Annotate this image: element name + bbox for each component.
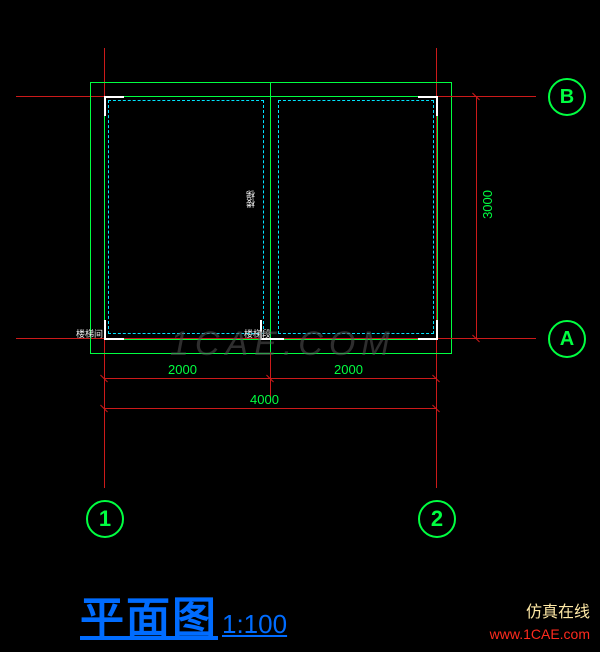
dim-2000-left: 2000: [168, 362, 197, 377]
dim-ext: [450, 338, 500, 339]
title-text: 平面图: [80, 582, 218, 646]
axis-bubble-A: A: [548, 320, 586, 358]
cad-plan-view: 楼梯 楼梯间 楼梯段 3000 2000 2000 4000 B A 1 2 1…: [0, 0, 600, 652]
axis-label-B: B: [560, 86, 574, 109]
label-mid-vertical: 楼梯: [244, 190, 257, 208]
corner-tr: [418, 96, 438, 116]
dash-room-right: [278, 100, 434, 334]
dim-2000-right: 2000: [334, 362, 363, 377]
axis-bubble-1: 1: [86, 500, 124, 538]
dim-line-3000: [476, 96, 477, 338]
dim-line-4000: [104, 408, 436, 409]
corner-tl: [104, 96, 124, 116]
axis-label-2: 2: [431, 506, 443, 532]
dash-room-left: [108, 100, 264, 334]
axis-bubble-2: 2: [418, 500, 456, 538]
axis-bubble-B: B: [548, 78, 586, 116]
dim-3000: 3000: [480, 190, 495, 219]
axis-label-1: 1: [99, 506, 111, 532]
drawing-title: 平面图 1:100: [80, 582, 287, 646]
watermark-brand-cn: 仿真在线: [526, 598, 590, 622]
axis-label-A: A: [560, 328, 574, 351]
dim-4000: 4000: [250, 392, 279, 407]
dim-ext: [450, 96, 500, 97]
label-bottom-left: 楼梯间: [76, 327, 103, 340]
watermark-center: 1CAE.COM: [170, 325, 396, 364]
corner-bl: [104, 320, 124, 340]
watermark-brand-url: www.1CAE.com: [490, 626, 590, 642]
title-ratio: 1:100: [222, 609, 287, 640]
wall-partition: [270, 82, 271, 352]
corner-br: [418, 320, 438, 340]
